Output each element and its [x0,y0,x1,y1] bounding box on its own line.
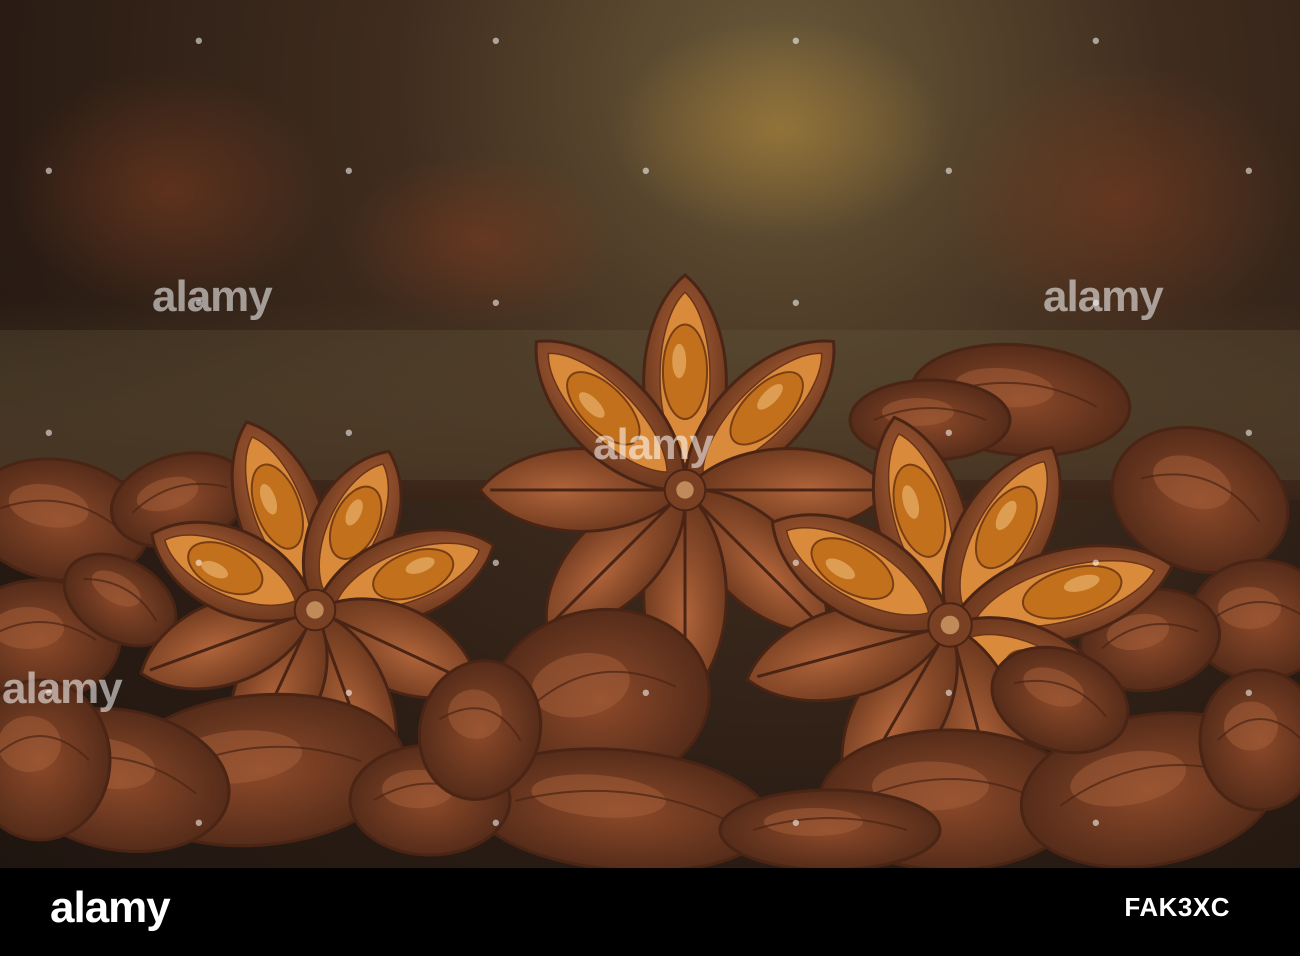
watermark-text: alamy [593,420,714,469]
watermark-mark: • [642,158,650,183]
watermark-mark: • [1245,158,1253,183]
watermark-text: alamy [2,664,123,713]
watermark-mark: • [1245,420,1253,445]
stock-photo-frame: alamy alamy alamy alamy • • • • • • • • • • • • • • • •… [0,0,1300,956]
watermark-mark: • [45,158,53,183]
watermark-mark: • [345,680,353,705]
watermark-mark: • [492,550,500,575]
watermark-mark: • [45,420,53,445]
alamy-logo: alamy [50,883,171,932]
watermark-mark: • [945,420,953,445]
watermark-mark: • [195,550,203,575]
watermark-mark: • [345,158,353,183]
watermark-mark: • [1245,680,1253,705]
watermark-text: alamy [152,272,273,321]
watermark-mark: • [492,290,500,315]
watermark-mark: • [945,680,953,705]
watermark-mark: • [1092,550,1100,575]
photo-star-anise: alamy alamy alamy alamy • • • • • • • • • • • • • • • •… [0,0,1300,868]
watermark-mark: • [45,680,53,705]
watermark-mark: • [945,158,953,183]
image-id: FAK3XC [1124,892,1230,922]
watermark-mark: • [492,810,500,835]
watermark-mark: • [792,28,800,53]
watermark-mark: • [195,28,203,53]
watermark-mark: • [1092,810,1100,835]
watermark-mark: • [195,290,203,315]
watermark-mark: • [792,290,800,315]
watermark-mark: • [492,28,500,53]
watermark-mark: • [345,420,353,445]
watermark-mark: • [195,810,203,835]
watermark-mark: • [792,810,800,835]
watermark-mark: • [1092,28,1100,53]
anise-pod [718,788,942,868]
watermark-mark: • [792,550,800,575]
watermark-mark: • [1092,290,1100,315]
watermark-text: alamy [1043,272,1164,321]
watermark-mark: • [642,680,650,705]
footer-bar: alamy FAK3XC [0,868,1300,956]
